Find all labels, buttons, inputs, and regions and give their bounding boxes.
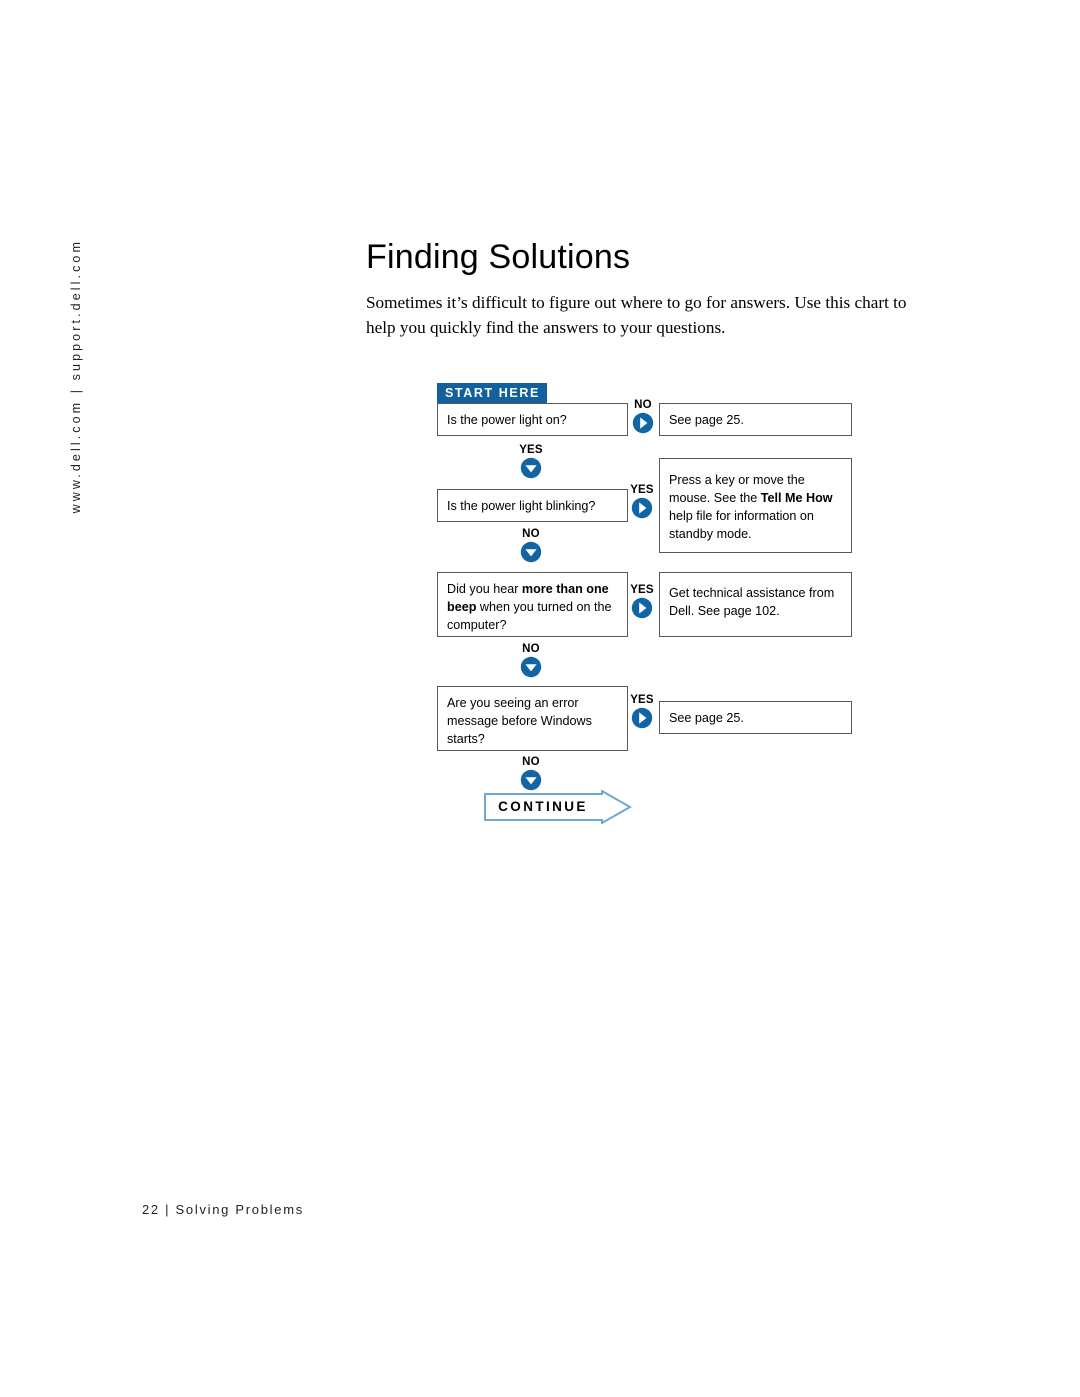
answer-box-4-text: See page 25. [669, 711, 744, 725]
flow-arrow-down-3-label: NO [522, 643, 540, 655]
answer-box-3: Get technical assistance from Dell. See … [659, 572, 852, 637]
question-box-3-text-bold1: more than one [521, 582, 609, 596]
flow-arrow-down-1: YES [518, 444, 544, 479]
answer-box-2-text-post: help file for information on standby mod… [669, 509, 814, 541]
answer-box-1-text: See page 25. [669, 413, 744, 427]
answer-box-2-text-bold: Tell Me How [760, 491, 833, 505]
branch-marker-yes-3[interactable]: YES [629, 584, 655, 619]
question-box-2: Is the power light blinking? [437, 489, 628, 522]
question-box-3: Did you hear more than one beep when you… [437, 572, 628, 637]
continue-arrow[interactable]: CONTINUE [484, 789, 633, 825]
arrow-right-icon [632, 412, 654, 434]
flow-arrow-down-1-label: YES [519, 444, 543, 456]
question-box-3-text-bold2: beep [447, 600, 477, 614]
question-box-3-text-pre: Did you hear [447, 582, 522, 596]
branch-marker-yes-2[interactable]: YES [629, 484, 655, 519]
page-footer: 22 | Solving Problems [142, 1202, 304, 1217]
answer-box-3-text: Get technical assistance from Dell. See … [669, 586, 835, 618]
question-box-2-text: Is the power light blinking? [447, 499, 596, 513]
arrow-down-icon [520, 457, 542, 479]
start-here-banner: START HERE [437, 383, 547, 403]
answer-box-1: See page 25. [659, 403, 852, 436]
arrow-right-icon [631, 497, 653, 519]
flow-arrow-down-4-label: NO [522, 756, 540, 768]
answer-box-4: See page 25. [659, 701, 852, 734]
flow-arrow-down-2-label: NO [522, 528, 540, 540]
question-box-4: Are you seeing an error message before W… [437, 686, 628, 751]
branch-marker-no-1-label: NO [634, 399, 652, 411]
flow-arrow-down-4: NO [518, 756, 544, 791]
branch-marker-yes-4-label: YES [630, 694, 654, 706]
arrow-down-icon [520, 656, 542, 678]
branch-marker-no-1[interactable]: NO [630, 399, 656, 434]
flow-arrow-down-3: NO [518, 643, 544, 678]
continue-arrow-label: CONTINUE [498, 799, 588, 814]
arrow-right-icon [631, 597, 653, 619]
arrow-right-icon [631, 707, 653, 729]
branch-marker-yes-2-label: YES [630, 484, 654, 496]
question-box-4-text: Are you seeing an error message before W… [447, 696, 592, 746]
branch-marker-yes-3-label: YES [630, 584, 654, 596]
arrow-down-icon [520, 541, 542, 563]
question-box-1: Is the power light on? [437, 403, 628, 436]
flow-arrow-down-2: NO [518, 528, 544, 563]
branch-marker-yes-4[interactable]: YES [629, 694, 655, 729]
question-box-1-text: Is the power light on? [447, 413, 567, 427]
troubleshooting-flowchart: START HERE Is the power light on? NO See… [0, 0, 1080, 1397]
arrow-down-icon [520, 769, 542, 791]
answer-box-2: Press a key or move the mouse. See the T… [659, 458, 852, 553]
